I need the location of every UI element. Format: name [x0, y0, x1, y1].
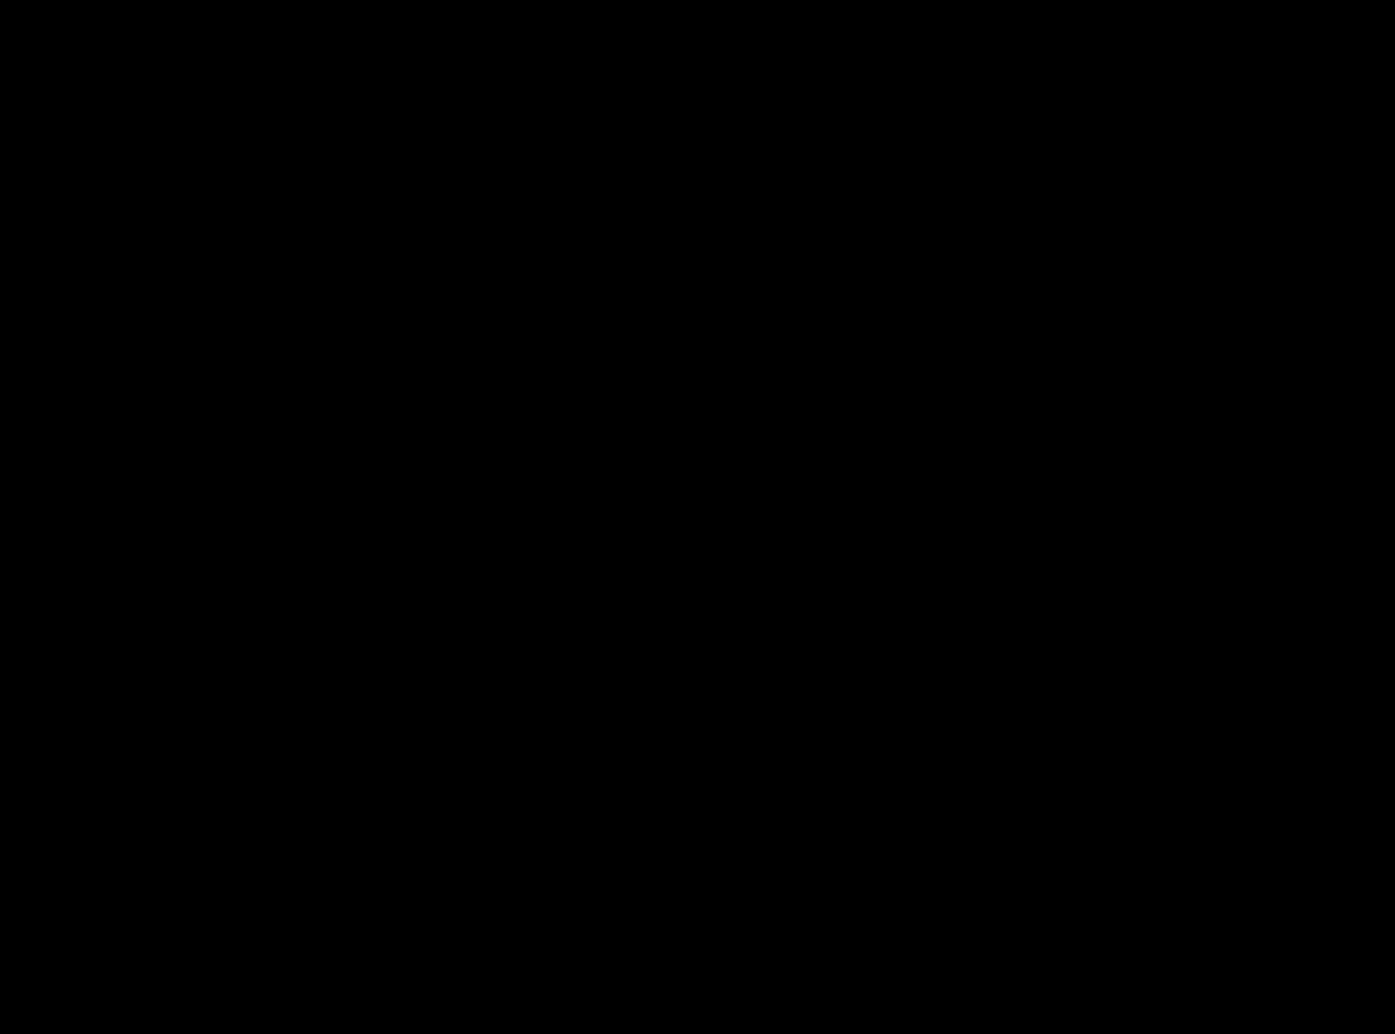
lady-heather-screen: [0, 0, 1395, 1034]
polar-chart: [0, 0, 1395, 1034]
